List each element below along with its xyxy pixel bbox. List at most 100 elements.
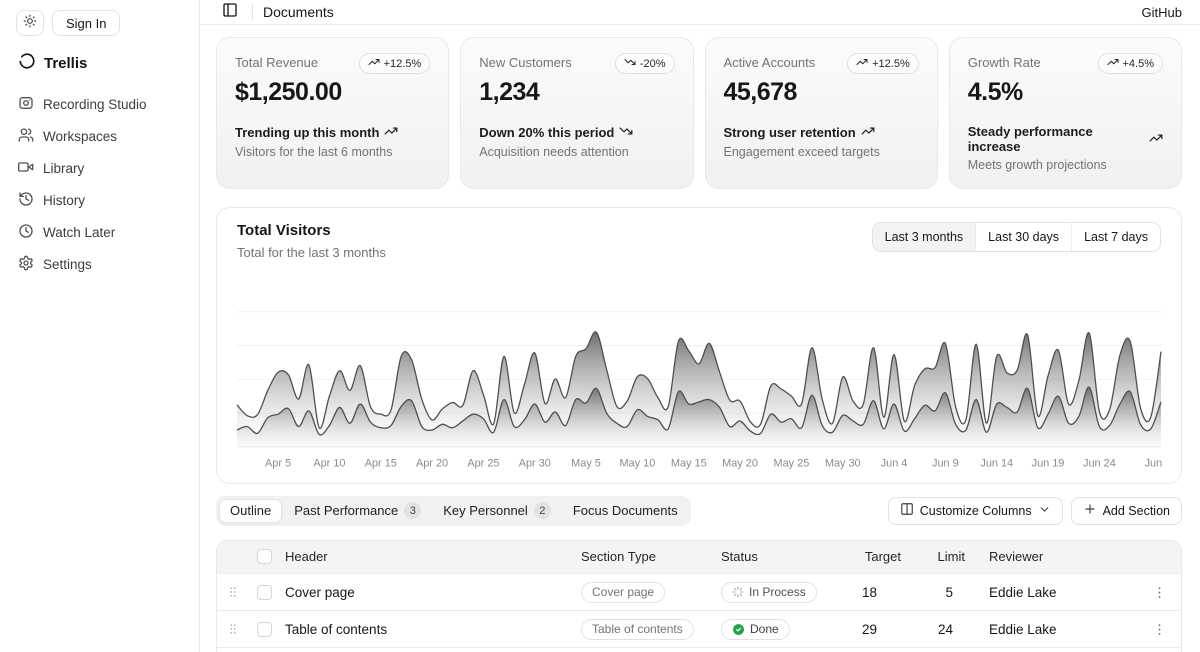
time-range-toggle-group: Last 3 months Last 30 days Last 7 days — [872, 222, 1161, 252]
github-link[interactable]: GitHub — [1142, 5, 1182, 20]
range-button-3-months[interactable]: Last 3 months — [873, 223, 976, 251]
table-toolbar: Customize Columns Add Section — [888, 497, 1182, 525]
svg-text:Jun 4: Jun 4 — [881, 458, 908, 470]
column-header: Reviewer — [981, 541, 1137, 574]
card-value: 1,234 — [479, 78, 674, 107]
target-cell[interactable]: 29 — [841, 611, 917, 648]
section-type-badge: Table of contents — [581, 619, 694, 640]
trending-down-icon — [624, 56, 636, 71]
sidebar-item-settings[interactable]: Settings — [16, 254, 183, 275]
page-title: Documents — [263, 4, 334, 20]
reviewer-cell[interactable]: Eddie Lake — [981, 648, 1137, 652]
stat-card-active-accounts: Active Accounts +12.5% 45,678 Strong use… — [705, 37, 938, 189]
drag-handle-icon[interactable] — [225, 622, 241, 636]
status-badge: Done — [721, 619, 790, 640]
history-icon — [18, 191, 34, 210]
sidebar: Sign In Trellis Recording Studio Workspa… — [0, 0, 200, 652]
svg-text:May 25: May 25 — [774, 458, 810, 470]
users-icon — [18, 127, 34, 146]
card-label: Growth Rate — [968, 53, 1041, 70]
sidebar-toggle-button[interactable] — [218, 0, 242, 24]
trellis-logo-icon — [18, 52, 36, 74]
chart-title: Total Visitors — [237, 222, 386, 239]
svg-text:Apr 25: Apr 25 — [467, 458, 499, 470]
card-line2: Visitors for the last 6 months — [235, 145, 430, 159]
tabs-row: Outline Past Performance3 Key Personnel2… — [216, 496, 1182, 526]
reviewer-cell[interactable]: Eddie Lake — [981, 611, 1137, 648]
trend-badge: +12.5% — [359, 53, 431, 74]
tab-focus-documents[interactable]: Focus Documents — [563, 499, 688, 523]
row-menu-button[interactable] — [1145, 585, 1173, 600]
target-cell[interactable]: 10 — [841, 648, 917, 652]
plus-icon — [1083, 502, 1097, 519]
sidebar-item-label: Settings — [43, 257, 92, 272]
stat-card-total-revenue: Total Revenue +12.5% $1,250.00 Trending … — [216, 37, 449, 189]
row-header-cell[interactable]: Cover page — [277, 574, 573, 611]
table-row: Cover page Cover page In Process 18 5 Ed… — [217, 574, 1181, 611]
tab-count-badge: 3 — [404, 502, 421, 519]
tab-list: Outline Past Performance3 Key Personnel2… — [216, 496, 691, 526]
table-header-row: Header Section Type Status Target Limit … — [217, 541, 1181, 574]
area-chart: Apr 5Apr 10Apr 15Apr 20Apr 25Apr 30May 5… — [233, 274, 1165, 475]
stat-cards: Total Revenue +12.5% $1,250.00 Trending … — [216, 37, 1182, 189]
app-root: Sign In Trellis Recording Studio Workspa… — [0, 0, 1200, 652]
target-cell[interactable]: 18 — [841, 574, 917, 611]
sign-in-button[interactable]: Sign In — [52, 10, 120, 36]
stat-card-new-customers: New Customers -20% 1,234 Down 20% this p… — [460, 37, 693, 189]
select-all-checkbox[interactable] — [257, 549, 272, 564]
range-button-30-days[interactable]: Last 30 days — [975, 223, 1071, 251]
limit-cell[interactable]: 13 — [917, 648, 981, 652]
reviewer-cell[interactable]: Eddie Lake — [981, 574, 1137, 611]
tab-count-badge: 2 — [534, 502, 551, 519]
tab-past-performance[interactable]: Past Performance3 — [284, 499, 431, 523]
sidebar-item-library[interactable]: Library — [16, 158, 183, 179]
card-line1: Strong user retention — [724, 125, 856, 140]
trending-up-icon — [861, 124, 875, 141]
stat-card-growth-rate: Growth Rate +4.5% 4.5% Steady performanc… — [949, 37, 1182, 189]
add-section-button[interactable]: Add Section — [1071, 497, 1182, 525]
card-value: 45,678 — [724, 78, 919, 107]
tab-outline[interactable]: Outline — [219, 499, 282, 523]
table-row: Executive summary Narrative Done 10 13 E… — [217, 648, 1181, 652]
drag-handle-icon[interactable] — [225, 585, 241, 599]
menu-column-header — [1137, 541, 1181, 574]
customize-columns-button[interactable]: Customize Columns — [888, 497, 1063, 525]
limit-cell[interactable]: 24 — [917, 611, 981, 648]
limit-cell[interactable]: 5 — [917, 574, 981, 611]
header-divider — [252, 4, 253, 20]
svg-text:May 5: May 5 — [571, 458, 601, 470]
svg-text:Apr 5: Apr 5 — [265, 458, 291, 470]
sidebar-item-recording-studio[interactable]: Recording Studio — [16, 94, 183, 115]
trending-up-icon — [1149, 131, 1163, 148]
sidebar-item-watch-later[interactable]: Watch Later — [16, 222, 183, 243]
card-value: 4.5% — [968, 78, 1163, 107]
svg-text:Jun 19: Jun 19 — [1032, 458, 1065, 470]
svg-text:Jun 9: Jun 9 — [932, 458, 959, 470]
column-header: Target — [841, 541, 917, 574]
sidebar-item-workspaces[interactable]: Workspaces — [16, 126, 183, 147]
section-type-badge: Cover page — [581, 582, 665, 603]
theme-toggle-button[interactable] — [16, 10, 44, 36]
row-header-cell[interactable]: Table of contents — [277, 611, 573, 648]
card-line1: Down 20% this period — [479, 125, 614, 140]
svg-text:May 20: May 20 — [722, 458, 758, 470]
card-line2: Meets growth projections — [968, 158, 1163, 172]
brand-label: Trellis — [44, 55, 87, 72]
svg-text:Apr 10: Apr 10 — [313, 458, 345, 470]
trending-up-icon — [384, 124, 398, 141]
row-checkbox[interactable] — [257, 622, 272, 637]
tab-key-personnel[interactable]: Key Personnel2 — [433, 499, 561, 523]
sun-icon — [23, 14, 37, 33]
row-checkbox[interactable] — [257, 585, 272, 600]
row-menu-button[interactable] — [1145, 622, 1173, 637]
range-button-7-days[interactable]: Last 7 days — [1071, 223, 1160, 251]
card-value: $1,250.00 — [235, 78, 430, 107]
sidebar-item-history[interactable]: History — [16, 190, 183, 211]
sidebar-item-label: Library — [43, 161, 84, 176]
card-line1: Trending up this month — [235, 125, 379, 140]
svg-text:Apr 15: Apr 15 — [365, 458, 397, 470]
row-header-cell[interactable]: Executive summary — [277, 648, 573, 652]
brand[interactable]: Trellis — [18, 52, 183, 74]
status-badge: In Process — [721, 582, 817, 603]
video-icon — [18, 159, 34, 178]
